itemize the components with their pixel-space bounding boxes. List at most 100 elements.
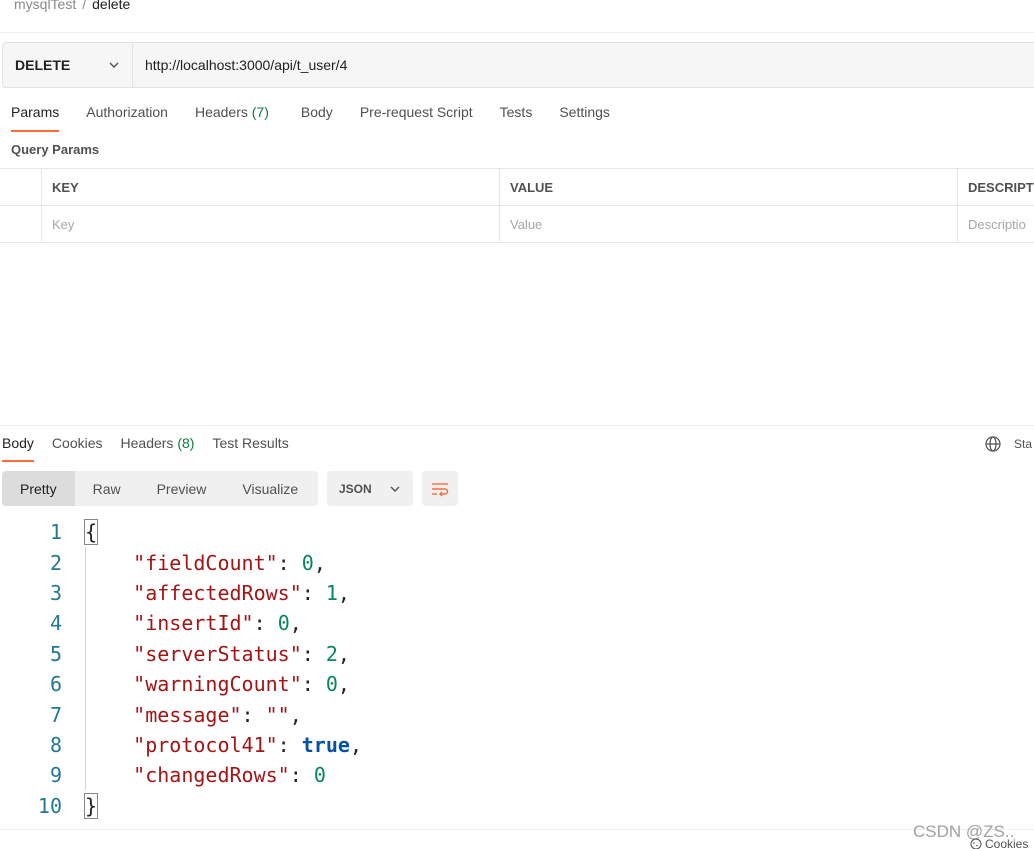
line-number: 5: [49, 641, 62, 666]
query-params-title: Query Params: [11, 142, 100, 157]
tab-label: Test Results: [212, 435, 289, 451]
globe-icon[interactable]: [985, 436, 1001, 452]
json-value: 2: [325, 641, 338, 666]
tab-params[interactable]: Params: [11, 104, 60, 132]
json-key: "changedRows": [133, 763, 290, 788]
chevron-down-icon: [109, 62, 119, 68]
tab-label: Authorization: [86, 104, 168, 120]
description-column-header: DESCRIPT: [968, 179, 1034, 195]
response-headers-count-badge: (8): [177, 435, 195, 451]
key-column-header: KEY: [42, 169, 500, 205]
line-number: 8: [49, 732, 62, 757]
json-key: "serverStatus": [133, 641, 302, 666]
json-value: 0: [277, 611, 290, 636]
url-input[interactable]: http://localhost:3000/api/t_user/4: [133, 43, 1034, 87]
cookie-icon: [970, 838, 982, 849]
view-preview-button[interactable]: Preview: [139, 471, 225, 506]
json-close-brace: }: [83, 792, 99, 819]
json-key: "protocol41": [133, 732, 278, 757]
tab-label: Cookies: [51, 435, 103, 451]
tab-label: Body: [300, 104, 333, 120]
line-number: 10: [37, 793, 62, 818]
tab-label: Headers: [194, 104, 248, 120]
json-open-brace: {: [83, 519, 99, 546]
view-pretty-button[interactable]: Pretty: [2, 471, 75, 506]
response-divider[interactable]: [0, 425, 1034, 426]
response-tab-cookies[interactable]: Cookies: [52, 435, 103, 462]
wrap-lines-button[interactable]: [422, 471, 458, 506]
json-value: 0: [325, 672, 338, 697]
key-input[interactable]: Key: [42, 206, 500, 242]
response-body-editor[interactable]: 1 { 2 "fieldCount": 0, 3 "affectedRows":…: [0, 517, 1034, 821]
tab-label: Settings: [559, 104, 610, 120]
breadcrumb-request-name[interactable]: delete: [92, 0, 130, 12]
tab-tests[interactable]: Tests: [500, 104, 533, 132]
value-column-header: VALUE: [500, 169, 958, 205]
tab-settings[interactable]: Settings: [559, 104, 610, 132]
wrap-lines-icon: [432, 482, 449, 496]
json-value: 0: [313, 763, 326, 788]
json-key: "affectedRows": [133, 580, 302, 605]
value-input[interactable]: Value: [500, 206, 958, 242]
tab-authorization[interactable]: Authorization: [86, 104, 168, 132]
tab-label: Pre-request Script: [359, 104, 473, 120]
tab-body[interactable]: Body: [301, 104, 333, 132]
response-tab-body[interactable]: Body: [2, 435, 34, 462]
code-line: 6 "warningCount": 0,: [0, 669, 1034, 699]
method-select[interactable]: DELETE: [3, 43, 133, 87]
format-select[interactable]: JSON: [327, 471, 413, 506]
code-line: 1 {: [0, 517, 1034, 547]
json-key: "warningCount": [133, 672, 302, 697]
description-input[interactable]: Descriptio: [958, 206, 1034, 242]
line-number: 7: [49, 702, 62, 727]
line-number: 6: [49, 672, 62, 697]
line-number: 2: [49, 550, 62, 575]
code-line: 4 "insertId": 0,: [0, 608, 1034, 638]
response-tab-headers[interactable]: Headers (8): [121, 435, 195, 462]
table-row: Key Value Descriptio: [0, 206, 1034, 243]
code-line: 3 "affectedRows": 1,: [0, 578, 1034, 608]
view-mode-group: Pretty Raw Preview Visualize: [2, 471, 318, 506]
query-params-table: KEY VALUE DESCRIPT Key Value Descriptio: [0, 168, 1034, 243]
json-key: "message": [133, 702, 242, 727]
line-number: 4: [49, 611, 62, 636]
footer-cookies-link[interactable]: Cookies: [970, 837, 1028, 849]
checkbox-column-header: [0, 169, 42, 205]
tab-label: Headers: [120, 435, 174, 451]
bottom-divider: [0, 829, 1034, 830]
response-tab-test-results[interactable]: Test Results: [212, 435, 288, 462]
chevron-down-icon: [390, 486, 400, 492]
top-divider: [0, 32, 1034, 33]
tab-headers[interactable]: Headers (7): [195, 104, 269, 132]
line-number: 9: [49, 763, 62, 788]
cookies-label: Cookies: [985, 837, 1029, 849]
response-tabs: Body Cookies Headers (8) Test Results: [2, 435, 307, 462]
method-label: DELETE: [15, 57, 71, 73]
json-key: "insertId": [133, 611, 254, 636]
tab-label: Tests: [499, 104, 533, 120]
tab-label: Body: [2, 435, 34, 451]
line-number: 3: [49, 580, 62, 605]
table-header-row: KEY VALUE DESCRIPT: [0, 169, 1034, 206]
row-checkbox-cell: [0, 206, 42, 242]
request-tabs: Params Authorization Headers (7) Body Pr…: [11, 104, 637, 132]
tab-label: Params: [11, 104, 60, 120]
response-status-label: Sta: [1014, 437, 1033, 451]
breadcrumb-separator: /: [82, 0, 87, 12]
code-line: 5 "serverStatus": 2,: [0, 639, 1034, 669]
code-line: 10 }: [0, 791, 1034, 821]
line-number: 1: [49, 520, 62, 545]
view-raw-button[interactable]: Raw: [75, 471, 139, 506]
json-value: 1: [325, 580, 338, 605]
json-key: "fieldCount": [133, 550, 278, 575]
code-line: 7 "message": "",: [0, 699, 1034, 729]
json-value: 0: [301, 550, 314, 575]
view-visualize-button[interactable]: Visualize: [224, 471, 316, 506]
request-bar: DELETE http://localhost:3000/api/t_user/…: [2, 42, 1034, 88]
headers-count-badge: (7): [251, 104, 269, 120]
code-line: 8 "protocol41": true,: [0, 730, 1034, 760]
code-line: 9 "changedRows": 0: [0, 760, 1034, 790]
tab-pre-request-script[interactable]: Pre-request Script: [360, 104, 473, 132]
breadcrumb: mysqlTest / delete: [14, 0, 130, 12]
breadcrumb-collection[interactable]: mysqlTest: [14, 0, 76, 12]
